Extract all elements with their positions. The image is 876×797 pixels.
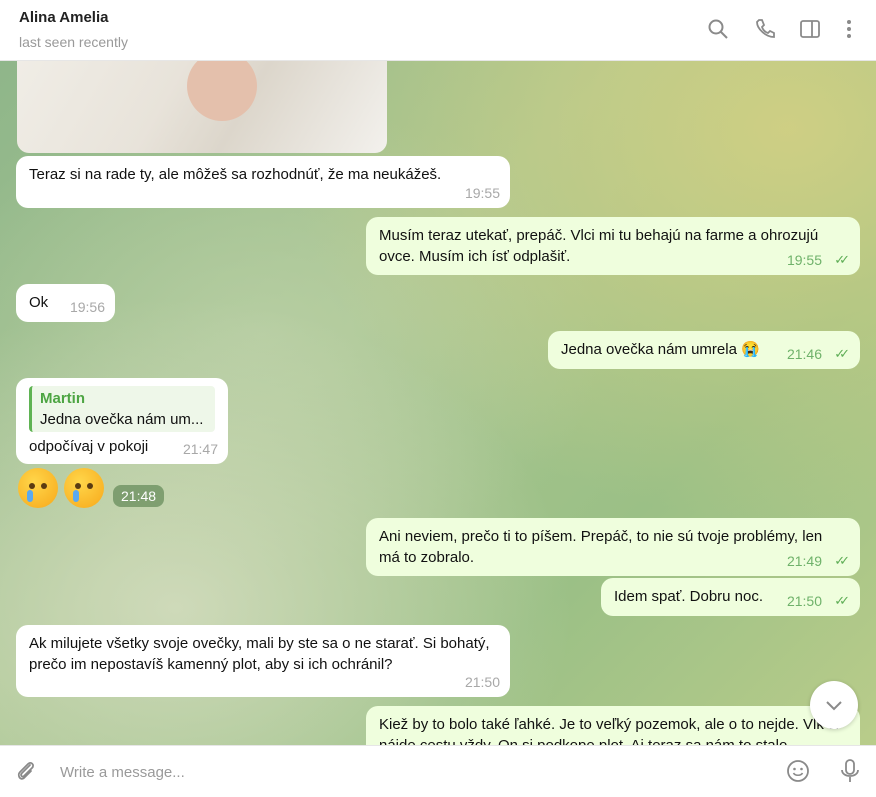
message-time: 21:46	[786, 346, 822, 362]
message-bubble[interactable]: Ok 19:56	[16, 284, 115, 322]
message-text: Idem spať. Dobru noc.	[614, 588, 764, 605]
reply-quote[interactable]: Martin Jedna ovečka nám um...	[29, 386, 215, 432]
message-text: Ok	[29, 294, 49, 311]
reply-author: Martin	[40, 390, 85, 407]
sidebar-toggle-icon[interactable]	[797, 16, 823, 42]
message-bubble[interactable]: Teraz si na rade ty, ale môžeš sa rozhod…	[16, 156, 510, 208]
scroll-down-button[interactable]	[810, 681, 858, 729]
message-time: 19:55	[464, 185, 500, 201]
crying-face-emoji	[18, 468, 58, 508]
message-text: odpočívaj v pokoji	[29, 438, 149, 455]
emoji-icon[interactable]	[786, 759, 810, 788]
message-input[interactable]	[58, 758, 762, 786]
crying-face-emoji	[64, 468, 104, 508]
read-checkmark-icon: ✓✓	[834, 553, 850, 568]
message-time: 21:48	[113, 485, 165, 507]
search-icon[interactable]	[705, 16, 731, 42]
message-time: 19:55	[786, 252, 822, 268]
message-bubble[interactable]: Musím teraz utekať, prepáč. Vlci mi tu b…	[366, 217, 860, 275]
read-checkmark-icon: ✓✓	[834, 346, 850, 361]
chevron-down-icon	[826, 701, 842, 711]
contact-name[interactable]: Alina Amelia	[19, 9, 108, 26]
message-bubble[interactable]: Jedna ovečka nám umrela 😭 21:46 ✓✓	[548, 331, 860, 369]
message-text: Ani neviem, prečo ti to píšem. Prepáč, t…	[379, 528, 823, 566]
message-text: Ak milujete všetky svoje ovečky, mali by…	[29, 635, 490, 673]
contact-status: last seen recently	[19, 34, 128, 50]
message-bubble[interactable]: Ak milujete všetky svoje ovečky, mali by…	[16, 625, 510, 697]
message-time: 21:50	[464, 674, 500, 690]
more-icon[interactable]	[836, 16, 862, 42]
message-time: 21:50	[786, 593, 822, 609]
reply-text: Jedna ovečka nám um...	[40, 411, 204, 428]
message-text: Jedna ovečka nám umrela 😭	[561, 341, 760, 358]
read-checkmark-icon: ✓✓	[834, 593, 850, 608]
phone-icon[interactable]	[752, 16, 778, 42]
photo-message[interactable]	[17, 61, 387, 153]
message-text: Teraz si na rade ty, ale môžeš sa rozhod…	[29, 166, 442, 183]
message-time: 21:49	[786, 553, 822, 569]
attach-icon[interactable]	[14, 759, 38, 788]
message-bubble[interactable]: Kiež by to bolo také ľahké. Je to veľký …	[366, 706, 860, 745]
message-list[interactable]: Teraz si na rade ty, ale môžeš sa rozhod…	[0, 61, 876, 745]
message-text: Kiež by to bolo také ľahké. Je to veľký …	[379, 716, 839, 745]
read-checkmark-icon: ✓✓	[834, 252, 850, 267]
photo-content	[187, 61, 257, 121]
message-text: Musím teraz utekať, prepáč. Vlci mi tu b…	[379, 227, 819, 265]
microphone-icon[interactable]	[838, 758, 862, 789]
message-bubble[interactable]: Ani neviem, prečo ti to píšem. Prepáč, t…	[366, 518, 860, 576]
message-time: 19:56	[69, 299, 105, 315]
message-bubble[interactable]: Martin Jedna ovečka nám um... odpočívaj …	[16, 378, 228, 464]
message-composer	[0, 745, 876, 797]
message-bubble[interactable]: Idem spať. Dobru noc. 21:50 ✓✓	[601, 578, 860, 616]
chat-header: Alina Amelia last seen recently	[0, 0, 876, 61]
message-time: 21:47	[182, 441, 218, 457]
